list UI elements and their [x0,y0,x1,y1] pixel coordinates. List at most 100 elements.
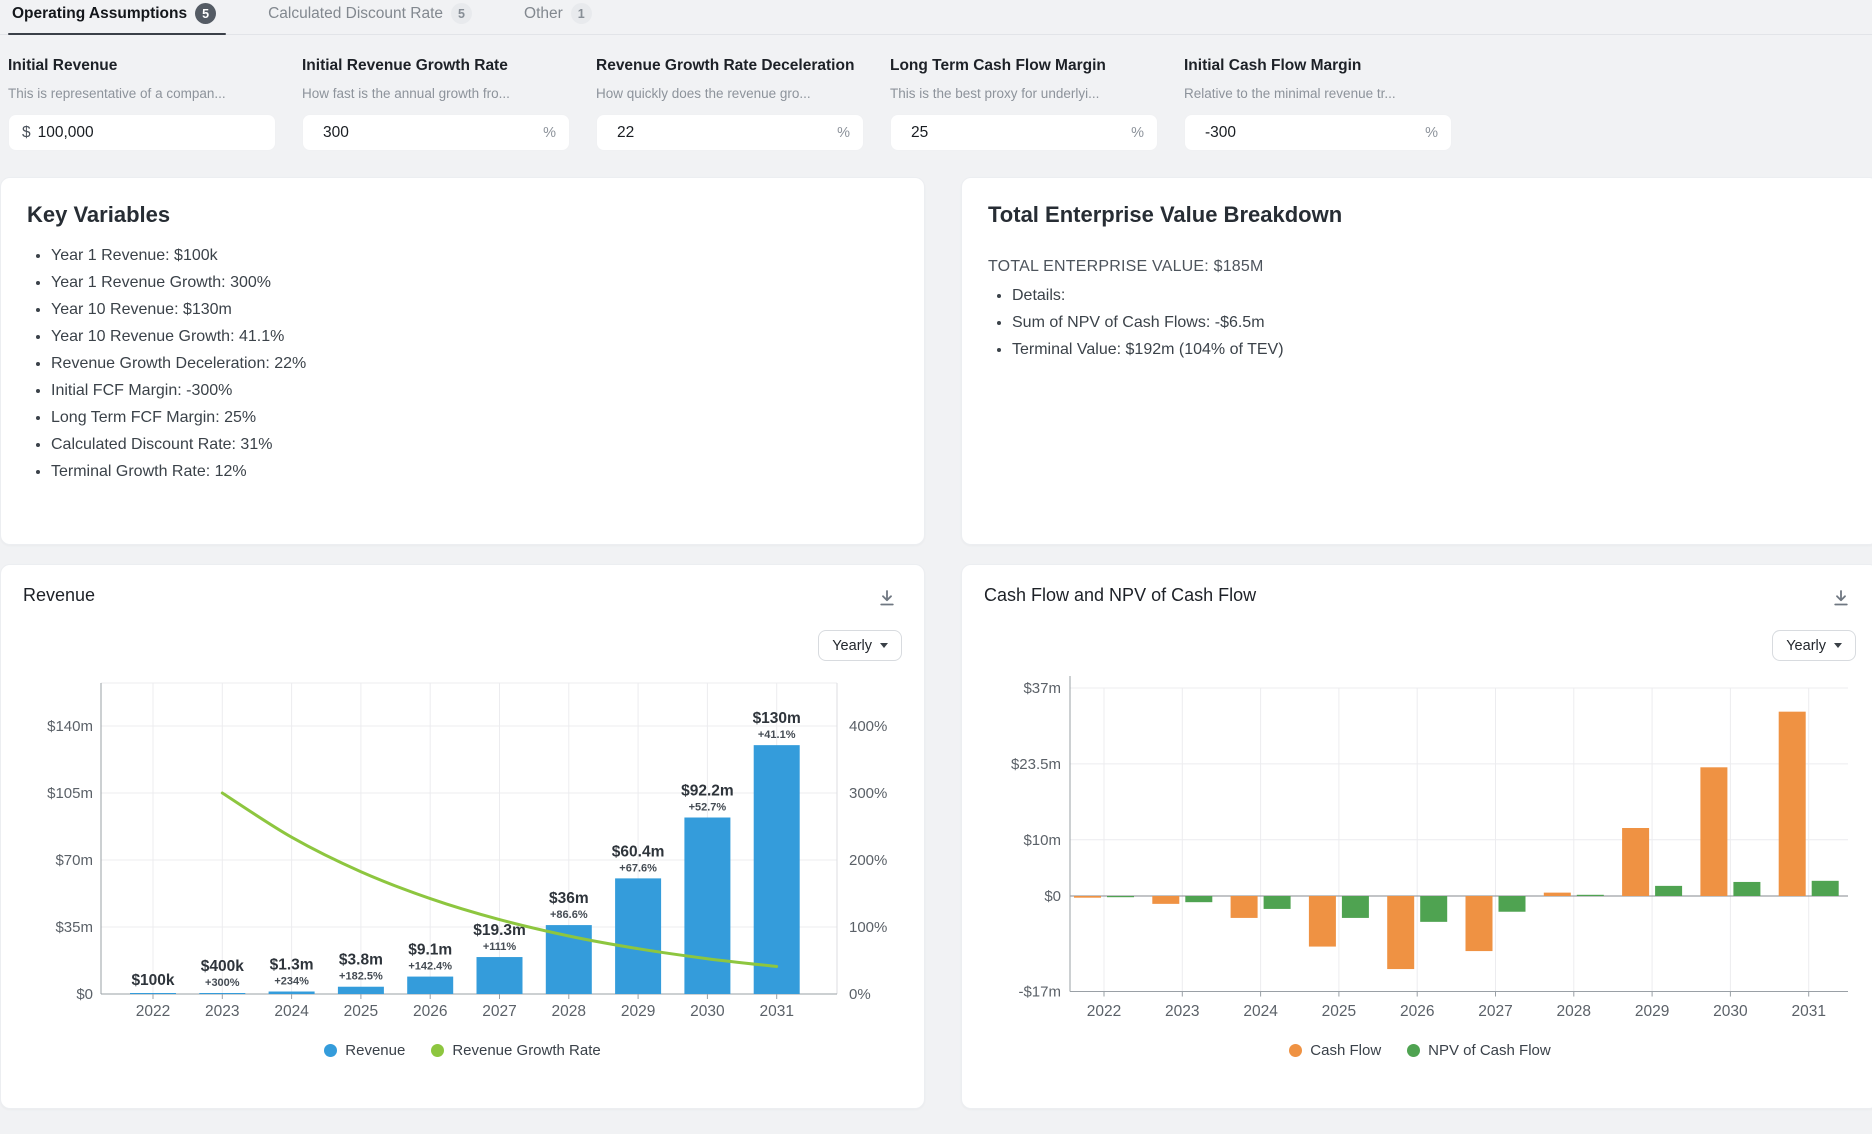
chevron-down-icon [880,643,888,648]
assumption-input[interactable]: 300 % [302,114,570,151]
revenue-chart-card: Revenue Yearly 2022202320242025202620272… [0,564,925,1109]
revenue-chart-legend: Revenue Revenue Growth Rate [23,1042,902,1059]
assumption-input[interactable]: -300 % [1184,114,1452,151]
svg-text:+142.4%: +142.4% [408,961,452,973]
key-variable-item: Year 10 Revenue: $130m [51,296,898,323]
period-select[interactable]: Yearly [1772,630,1856,661]
assumption-label: Long Term Cash Flow Margin [890,57,1158,75]
cards-grid: Key Variables Year 1 Revenue: $100kYear … [0,177,1872,1109]
assumption-description: How fast is the annual growth fro... [302,86,570,101]
svg-text:-$17m: -$17m [1018,984,1061,1001]
svg-text:$1.3m: $1.3m [270,957,314,974]
legend-item[interactable]: Revenue [324,1042,405,1059]
key-variables-list: Year 1 Revenue: $100kYear 1 Revenue Grow… [51,242,898,485]
tev-detail-item: Details: [1012,282,1852,309]
svg-text:$0: $0 [76,986,93,1003]
download-icon[interactable] [874,585,900,611]
svg-text:+67.6%: +67.6% [619,862,657,874]
svg-text:+111%: +111% [483,941,517,953]
tev-detail-item: Terminal Value: $192m (104% of TEV) [1012,336,1852,363]
assumption-label: Initial Revenue Growth Rate [302,57,570,75]
svg-text:$70m: $70m [55,852,93,869]
assumption-field: Initial Cash Flow Margin Relative to the… [1184,57,1452,151]
legend-item[interactable]: Revenue Growth Rate [431,1042,600,1059]
svg-text:2031: 2031 [759,1003,793,1020]
assumption-description: How quickly does the revenue gro... [596,86,864,101]
cashflow-chart-legend: Cash Flow NPV of Cash Flow [984,1042,1856,1059]
assumption-input[interactable]: $ 100,000 [8,114,276,151]
svg-text:+182.5%: +182.5% [339,971,383,983]
assumption-description: This is the best proxy for underlyi... [890,86,1158,101]
cashflow-chart-canvas[interactable]: 2022202320242025202620272028202920302031… [984,671,1856,1030]
svg-text:$10m: $10m [1023,832,1061,849]
download-icon[interactable] [1828,585,1854,611]
assumption-value: 100,000 [38,124,94,142]
svg-text:200%: 200% [849,852,887,869]
svg-text:100%: 100% [849,919,887,936]
svg-text:2026: 2026 [413,1003,447,1020]
assumption-field: Initial Revenue This is representative o… [8,57,276,151]
tev-detail-item: Sum of NPV of Cash Flows: -$6.5m [1012,309,1852,336]
svg-text:$140m: $140m [47,718,93,735]
unit-suffix: % [543,125,556,141]
svg-text:$9.1m: $9.1m [408,942,452,959]
legend-label: Revenue Growth Rate [452,1042,600,1059]
svg-text:$100k: $100k [131,972,174,989]
svg-text:2027: 2027 [1478,1003,1512,1020]
svg-text:2025: 2025 [344,1003,378,1020]
revenue-chart-canvas[interactable]: 2022202320242025202620272028202920302031… [23,671,902,1030]
chevron-down-icon [1834,643,1842,648]
assumption-field: Revenue Growth Rate Deceleration How qui… [596,57,864,151]
svg-text:2028: 2028 [1557,1003,1591,1020]
period-select[interactable]: Yearly [818,630,902,661]
assumptions-row: Initial Revenue This is representative o… [0,35,1872,177]
tev-breakdown-card: Total Enterprise Value Breakdown TOTAL E… [961,177,1872,545]
legend-color-dot [1407,1044,1420,1057]
key-variable-item: Year 1 Revenue: $100k [51,242,898,269]
svg-text:0%: 0% [849,986,871,1003]
key-variable-item: Year 10 Revenue Growth: 41.1% [51,323,898,350]
svg-text:2024: 2024 [274,1003,309,1020]
svg-text:2030: 2030 [1713,1003,1748,1020]
key-variables-card: Key Variables Year 1 Revenue: $100kYear … [0,177,925,545]
assumption-value: 300 [323,124,349,142]
key-variable-item: Terminal Growth Rate: 12% [51,458,898,485]
tab-calculated-discount-rate[interactable]: Calculated Discount Rate 5 [264,3,476,34]
tab-other[interactable]: Other 1 [520,3,596,34]
assumption-label: Initial Cash Flow Margin [1184,57,1452,75]
svg-text:+86.6%: +86.6% [550,909,588,921]
tab-count-badge: 1 [571,3,592,24]
assumption-input[interactable]: 22 % [596,114,864,151]
svg-text:$23.5m: $23.5m [1011,756,1061,773]
svg-text:$400k: $400k [201,958,244,975]
period-label: Yearly [832,638,872,654]
assumption-input[interactable]: 25 % [890,114,1158,151]
svg-text:2023: 2023 [205,1003,239,1020]
key-variable-item: Revenue Growth Deceleration: 22% [51,350,898,377]
svg-text:+52.7%: +52.7% [689,802,727,814]
key-variable-item: Long Term FCF Margin: 25% [51,404,898,431]
svg-text:$37m: $37m [1023,680,1061,697]
key-variable-item: Calculated Discount Rate: 31% [51,431,898,458]
card-title: Key Variables [27,202,898,228]
svg-text:2026: 2026 [1400,1003,1434,1020]
svg-text:+41.1%: +41.1% [758,729,796,741]
legend-label: NPV of Cash Flow [1428,1042,1551,1059]
svg-text:300%: 300% [849,785,887,802]
svg-text:2030: 2030 [690,1003,725,1020]
tab-label: Other [524,5,563,23]
svg-text:2024: 2024 [1243,1003,1278,1020]
legend-color-dot [1289,1044,1302,1057]
tab-operating-assumptions[interactable]: Operating Assumptions 5 [8,3,220,34]
svg-text:$36m: $36m [549,890,589,907]
period-label: Yearly [1786,638,1826,654]
key-variable-item: Initial FCF Margin: -300% [51,377,898,404]
unit-suffix: % [1425,125,1438,141]
legend-item[interactable]: Cash Flow [1289,1042,1381,1059]
svg-text:$60.4m: $60.4m [612,843,665,860]
legend-item[interactable]: NPV of Cash Flow [1407,1042,1551,1059]
tab-bar: Operating Assumptions 5 Calculated Disco… [0,0,1872,35]
svg-text:$3.8m: $3.8m [339,952,383,969]
key-variable-item: Year 1 Revenue Growth: 300% [51,269,898,296]
tab-count-badge: 5 [195,3,216,24]
